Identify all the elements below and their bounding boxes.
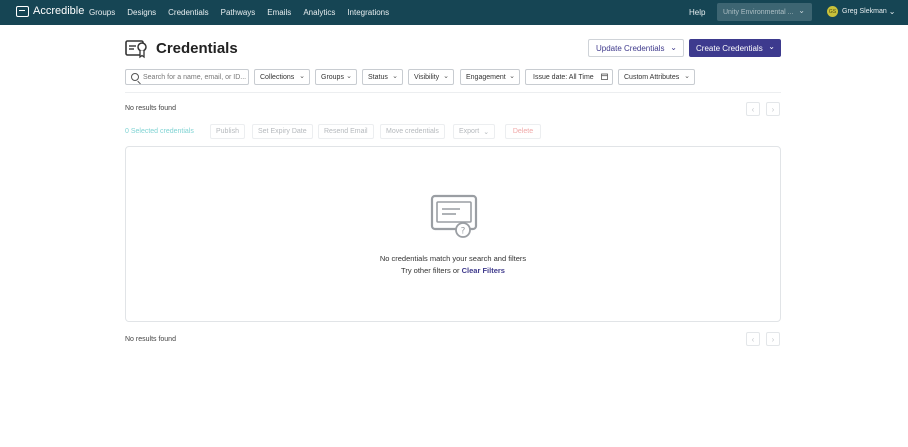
no-credentials-certificate-icon: ? [430,194,478,238]
publish-button[interactable]: Publish [210,124,245,139]
chevron-down-icon: ⌄ [798,6,805,15]
issue-date-filter[interactable]: Issue date: All Time [525,69,613,85]
chevron-down-icon: ⌄ [888,7,896,16]
custom-attributes-filter[interactable]: Custom Attributes ⌄ [618,69,695,85]
top-nav: Accredible Groups Designs Credentials Pa… [0,0,908,25]
empty-state-hint: Try other filters or Clear Filters [126,266,780,275]
status-filter[interactable]: Status ⌄ [362,69,403,85]
search-input[interactable]: Search for a name, email, or ID... [125,69,249,85]
divider [125,92,781,93]
chevron-left-icon: ‹ [751,104,755,114]
chevron-down-icon: ⌄ [346,73,352,80]
chevron-right-icon: › [771,334,775,344]
search-placeholder: Search for a name, email, or ID... [143,73,247,81]
nav-item-emails[interactable]: Emails [267,8,291,17]
results-count-top: No results found [125,105,176,112]
collections-filter-label: Collections [260,73,295,81]
visibility-filter-label: Visibility [414,73,440,81]
nav-item-groups[interactable]: Groups [89,8,115,17]
brand-logo[interactable]: Accredible [16,5,84,17]
avatar: GS [827,6,838,17]
results-count-bottom: No results found [125,336,176,343]
engagement-filter[interactable]: Engagement ⌄ [460,69,520,85]
page-title: Credentials [156,40,238,57]
accredible-logo-icon [16,5,29,17]
credential-certificate-icon [125,40,147,59]
chevron-down-icon: ⌄ [299,73,305,80]
delete-button[interactable]: Delete [505,124,541,139]
svg-text:?: ? [461,227,466,237]
export-label: Export [459,128,480,135]
nav-menu: Groups Designs Credentials Pathways Emai… [89,0,401,25]
help-link[interactable]: Help [689,8,705,17]
engagement-filter-label: Engagement [466,73,506,81]
create-credentials-label: Create Credentials [696,43,763,53]
visibility-filter[interactable]: Visibility ⌄ [408,69,454,85]
update-credentials-button[interactable]: Update Credentials ⌄ [588,39,684,57]
chevron-down-icon: ⌄ [768,42,775,51]
resend-email-button[interactable]: Resend Email [318,124,374,139]
prev-page-button[interactable]: ‹ [746,102,760,116]
issue-date-filter-label: Issue date: All Time [533,73,594,81]
next-page-button[interactable]: › [766,102,780,116]
organization-select[interactable]: Unity Environmental ... ⌄ [717,3,812,21]
user-menu[interactable]: GS Greg Slekman ⌄ [827,6,895,17]
nav-item-credentials[interactable]: Credentials [168,8,208,17]
move-credentials-button[interactable]: Move credentials [380,124,445,139]
collections-filter[interactable]: Collections ⌄ [254,69,310,85]
clear-filters-link[interactable]: Clear Filters [462,266,505,275]
chevron-down-icon: ⌄ [670,43,677,52]
brand-name: Accredible [33,5,85,17]
set-expiry-date-button[interactable]: Set Expiry Date [252,124,313,139]
calendar-icon [601,73,608,82]
update-credentials-label: Update Credentials [596,43,665,53]
user-name: Greg Slekman [842,8,887,15]
empty-state-message: No credentials match your search and fil… [379,254,527,263]
nav-item-analytics[interactable]: Analytics [303,8,335,17]
empty-state-hint-text: Try other filters or [401,266,460,275]
chevron-down-icon: ⌄ [483,128,490,136]
nav-item-integrations[interactable]: Integrations [347,8,389,17]
credentials-list-panel: ? No credentials match your search and f… [125,146,781,322]
create-credentials-button[interactable]: Create Credentials ⌄ [689,39,781,57]
search-icon [131,73,139,81]
nav-item-designs[interactable]: Designs [127,8,156,17]
chevron-left-icon: ‹ [751,334,755,344]
nav-item-pathways[interactable]: Pathways [221,8,256,17]
chevron-down-icon: ⌄ [509,73,515,80]
groups-filter[interactable]: Groups ⌄ [315,69,357,85]
chevron-down-icon: ⌄ [392,73,398,80]
custom-attributes-filter-label: Custom Attributes [624,73,680,81]
organization-select-value: Unity Environmental ... [723,8,794,16]
selected-count: 0 Selected credentials [125,128,194,135]
next-page-button[interactable]: › [766,332,780,346]
groups-filter-label: Groups [321,73,344,81]
prev-page-button[interactable]: ‹ [746,332,760,346]
chevron-down-icon: ⌄ [684,73,690,80]
chevron-right-icon: › [771,104,775,114]
export-button[interactable]: Export ⌄ [453,124,496,139]
status-filter-label: Status [368,73,388,81]
chevron-down-icon: ⌄ [443,73,449,80]
